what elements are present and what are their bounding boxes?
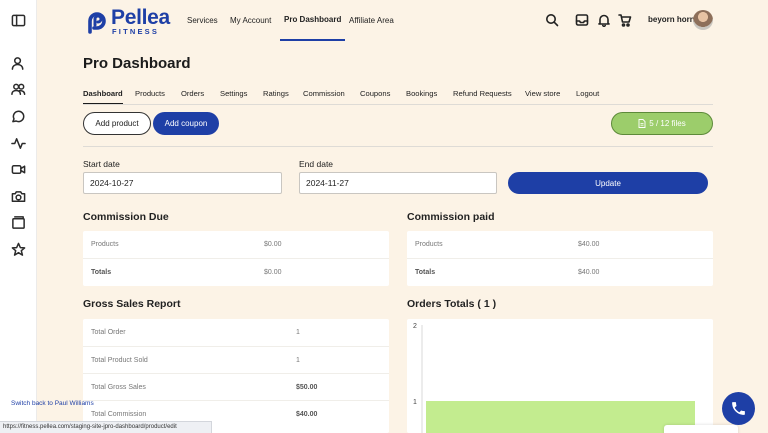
table-row: Total Product Sold 1 <box>83 346 389 373</box>
table-row: Totals $0.00 <box>83 258 389 285</box>
orders-totals-chart-card: 21 <box>407 319 713 433</box>
start-date-input[interactable] <box>83 172 282 194</box>
bell-icon[interactable] <box>597 13 611 28</box>
tab-products[interactable]: Products <box>135 87 165 105</box>
camera-icon[interactable] <box>10 188 26 204</box>
chat-icon[interactable] <box>10 108 26 124</box>
row-label: Products <box>91 241 119 248</box>
tab-ratings[interactable]: Ratings <box>263 87 289 105</box>
tab-bookings[interactable]: Bookings <box>406 87 437 105</box>
orders-totals-title: Orders Totals ( 1 ) <box>407 298 497 310</box>
corner-panel <box>664 425 738 433</box>
status-bar-url: https://fitness.pellea.com/staging-site-… <box>0 421 212 433</box>
tab-refund-requests[interactable]: Refund Requests <box>453 87 512 105</box>
tab-orders[interactable]: Orders <box>181 87 204 105</box>
users-icon[interactable] <box>10 81 26 97</box>
row-value: $40.00 <box>296 411 318 418</box>
brand-name: Pellea <box>111 6 170 29</box>
row-value: $0.00 <box>264 269 282 276</box>
call-button[interactable] <box>722 392 755 425</box>
gross-sales-card: Total Order 1 Total Product Sold 1 Total… <box>83 319 389 433</box>
sidebar-toggle-icon[interactable] <box>10 12 26 28</box>
start-date-label: Start date <box>83 159 120 169</box>
activity-icon[interactable] <box>10 135 26 151</box>
nav-pro-dashboard[interactable]: Pro Dashboard <box>280 0 346 41</box>
tab-logout[interactable]: Logout <box>576 87 599 105</box>
nav-my-account[interactable]: My Account <box>230 0 271 41</box>
phone-icon <box>732 402 745 415</box>
user-avatar[interactable] <box>693 10 713 30</box>
commission-due-title: Commission Due <box>83 211 169 223</box>
tab-coupons[interactable]: Coupons <box>360 87 390 105</box>
update-button[interactable]: Update <box>508 172 708 194</box>
table-row: Totals $40.00 <box>407 258 713 285</box>
orders-bar[interactable] <box>426 401 695 433</box>
gross-sales-title: Gross Sales Report <box>83 298 181 310</box>
file-icon <box>638 119 646 128</box>
video-icon[interactable] <box>10 161 26 177</box>
brand-subtitle: FITNESS <box>112 27 160 36</box>
y-tick-label: 1 <box>413 399 417 406</box>
y-tick-label: 2 <box>413 323 417 330</box>
orders-totals-chart: 21 <box>413 323 695 433</box>
search-icon[interactable] <box>545 13 559 27</box>
row-value: $50.00 <box>296 384 318 391</box>
switch-back-link[interactable]: Switch back to Paul Williams <box>11 400 94 407</box>
table-row: Products $0.00 <box>83 231 389 258</box>
row-value: 1 <box>296 329 300 336</box>
inbox-icon[interactable] <box>575 13 589 27</box>
row-label: Total Gross Sales <box>91 384 146 391</box>
top-header: Pellea FITNESS Services My Account Pro D… <box>37 0 768 41</box>
row-label: Totals <box>415 269 436 276</box>
nav-affiliate-area[interactable]: Affiliate Area <box>349 0 394 41</box>
table-row: Products $40.00 <box>407 231 713 258</box>
tab-commission[interactable]: Commission <box>303 87 345 105</box>
row-label: Total Order <box>91 329 126 336</box>
page-title: Pro Dashboard <box>83 55 191 72</box>
row-value: 1 <box>296 357 300 364</box>
user-icon[interactable] <box>10 55 26 71</box>
folder-icon[interactable] <box>10 214 26 230</box>
row-label: Totals <box>91 269 112 276</box>
star-icon[interactable] <box>10 241 26 257</box>
commission-paid-card: Products $40.00 Totals $40.00 <box>407 231 713 286</box>
actions-divider <box>83 146 713 147</box>
cart-icon[interactable] <box>618 13 632 27</box>
row-label: Total Product Sold <box>91 357 148 364</box>
table-row: Total Order 1 <box>83 319 389 346</box>
tabs-divider <box>83 104 713 105</box>
tab-settings[interactable]: Settings <box>220 87 247 105</box>
files-quota-label: 5 / 12 files <box>649 119 686 128</box>
files-quota-button[interactable]: 5 / 12 files <box>611 112 713 135</box>
end-date-label: End date <box>299 159 334 169</box>
pellea-logo-icon <box>88 12 106 34</box>
add-product-button[interactable]: Add product <box>83 112 151 135</box>
brand-logo[interactable]: Pellea FITNESS <box>84 6 174 36</box>
commission-due-card: Products $0.00 Totals $0.00 <box>83 231 389 286</box>
left-rail <box>0 0 37 433</box>
row-value: $0.00 <box>264 241 282 248</box>
row-value: $40.00 <box>578 269 600 276</box>
user-name[interactable]: beyorn horn <box>648 15 695 24</box>
end-date-input[interactable] <box>299 172 497 194</box>
row-value: $40.00 <box>578 241 600 248</box>
tab-dashboard[interactable]: Dashboard <box>83 87 123 105</box>
add-coupon-button[interactable]: Add coupon <box>153 112 219 135</box>
tab-view-store[interactable]: View store <box>525 87 560 105</box>
table-row: Total Gross Sales $50.00 <box>83 373 389 400</box>
row-label: Products <box>415 241 443 248</box>
nav-services[interactable]: Services <box>187 0 218 41</box>
commission-paid-title: Commission paid <box>407 211 495 223</box>
